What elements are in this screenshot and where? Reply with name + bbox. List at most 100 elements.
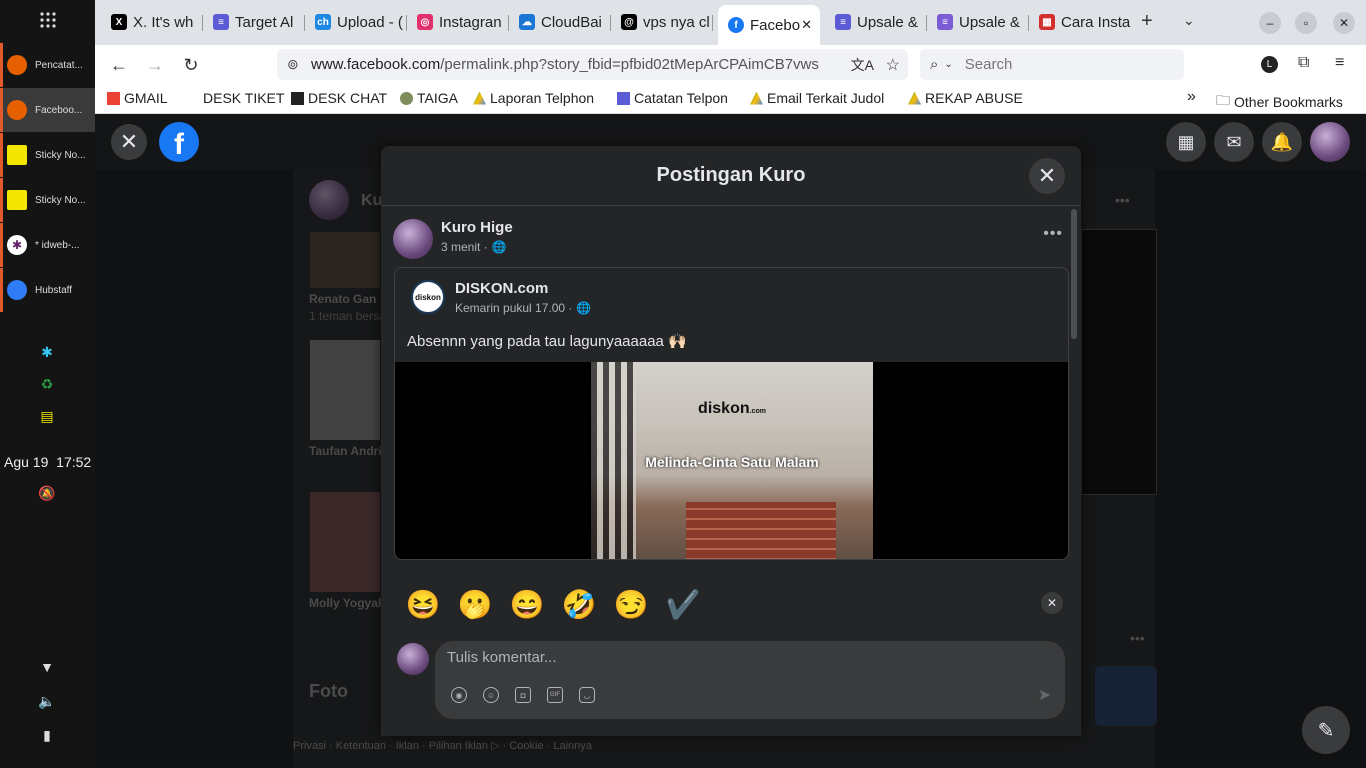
close-emoji-suggestions-button[interactable]: ✕	[1041, 592, 1063, 614]
chevron-down-icon[interactable]: ⌄	[944, 59, 952, 70]
bookmark-email-judol[interactable]: Email Terkait Judol	[750, 90, 884, 106]
close-window-button[interactable]: ✕	[1333, 12, 1355, 34]
close-tab-icon[interactable]: ✕	[801, 17, 812, 33]
url-bar[interactable]: ⊚ www.facebook.com/permalink.php?story_f…	[277, 49, 908, 80]
emoji-rofl[interactable]: 🤣	[561, 586, 597, 622]
close-viewer-button[interactable]: ✕	[111, 124, 147, 160]
notifications-icon[interactable]: 🔔	[1262, 122, 1302, 162]
emoji-check[interactable]: ✔️	[665, 586, 701, 622]
post-time[interactable]: 3 menit · 🌐	[441, 240, 507, 254]
minimize-button[interactable]: –	[1259, 12, 1281, 34]
wifi-icon[interactable]: ▼	[37, 657, 57, 677]
emoji-smirk[interactable]: 😏	[613, 586, 649, 622]
more-options-icon: •••	[1130, 630, 1145, 646]
taiga-icon	[400, 91, 413, 105]
taskbar-item[interactable]: Sticky No...	[0, 178, 95, 222]
tab[interactable]: ≡ Upsale &	[927, 5, 1029, 39]
tab[interactable]: X X. It's wh	[101, 5, 203, 39]
bookmark-desk-chat[interactable]: DESK CHAT	[291, 90, 387, 106]
new-tab-button[interactable]: +	[1141, 10, 1153, 33]
bookmark-taiga[interactable]: TAIGA	[400, 90, 458, 106]
new-message-button[interactable]: ✎	[1302, 706, 1350, 754]
video-player[interactable]: diskon.com Melinda-Cinta Satu Malam	[395, 362, 1068, 559]
taskbar-item[interactable]: Pencatat...	[0, 43, 95, 87]
video-brick-wall	[686, 502, 836, 559]
clock[interactable]: Agu 19 17:52	[4, 454, 91, 470]
taskbar-item[interactable]: Sticky No...	[0, 133, 95, 177]
bookmark-desk-tiket[interactable]: DESK TIKET	[203, 90, 284, 106]
bookmark-rekap-abuse[interactable]: REKAP ABUSE	[908, 90, 1023, 106]
sticky-notes-tray-icon[interactable]: ▤	[37, 406, 57, 426]
send-icon[interactable]: ➤	[1038, 685, 1051, 705]
avatar-sticker-icon[interactable]: ◉	[451, 687, 467, 703]
author-name[interactable]: Kuro Hige	[441, 219, 513, 236]
search-bar[interactable]: ⌕ ⌄ Search	[920, 49, 1184, 80]
diskon-page-avatar[interactable]: diskon	[411, 280, 445, 314]
emoji-hand-over-mouth[interactable]: 🫢	[457, 586, 493, 622]
post-scroll-area: Kuro Hige 3 menit · 🌐 ••• diskon DISKON.c…	[381, 207, 1081, 560]
taskbar-item[interactable]: ✱ * idweb-...	[0, 223, 95, 267]
menu-grid-icon[interactable]: ▦	[1166, 122, 1206, 162]
recycle-tray-icon[interactable]: ♻	[37, 374, 57, 394]
forward-button[interactable]: →	[143, 53, 167, 77]
comment-input[interactable]: Tulis komentar... ◉ ☺ ◘ GIF ◡ ➤	[435, 641, 1065, 719]
menu-icon[interactable]: ≡	[1335, 54, 1344, 72]
more-bookmarks-chevron-icon[interactable]: »	[1187, 88, 1196, 106]
scrollbar[interactable]	[1071, 209, 1077, 339]
shared-page-name[interactable]: DISKON.com	[455, 280, 548, 297]
close-modal-button[interactable]: ✕	[1029, 158, 1065, 194]
tab[interactable]: ☁ CloudBai	[509, 5, 611, 39]
taskbar-item[interactable]: Hubstaff	[0, 268, 95, 312]
friend-photo	[310, 492, 380, 592]
bookmark-gmail[interactable]: GMAIL	[107, 90, 168, 106]
taskbar: Pencatat... Faceboo... Sticky No... Stic…	[0, 0, 95, 768]
taskbar-item[interactable]: Faceboo...	[0, 88, 95, 132]
tab[interactable]: ≡ Target Al	[203, 5, 305, 39]
notifications-muted-icon[interactable]: 🔕	[37, 483, 57, 503]
sticky-notes-icon	[7, 145, 27, 165]
tab[interactable]: ▦ Cara Insta	[1029, 5, 1131, 39]
tab-facebook-active[interactable]: f Facebo ✕	[718, 5, 820, 45]
site-info-icon[interactable]: ⊚	[287, 56, 299, 73]
friend-photo	[310, 232, 380, 288]
emoji-grin[interactable]: 😄	[509, 586, 545, 622]
video-frame: diskon.com Melinda-Cinta Satu Malam	[591, 362, 873, 559]
post-options-icon[interactable]: •••	[1043, 225, 1063, 243]
tab[interactable]: @ vps nya cl	[611, 5, 713, 39]
messenger-icon[interactable]: ✉	[1214, 122, 1254, 162]
account-avatar[interactable]	[1310, 122, 1350, 162]
other-bookmarks[interactable]: 🗀 Other Bookmarks	[1216, 90, 1343, 114]
emoji-icon[interactable]: ☺	[483, 687, 499, 703]
hubstaff-icon	[7, 280, 27, 300]
tab[interactable]: ◎ Instagran	[407, 5, 509, 39]
bookmark-catatan-telpon[interactable]: Catatan Telpon	[617, 90, 728, 106]
gif-icon[interactable]: GIF	[547, 687, 563, 703]
sticker-icon[interactable]: ◡	[579, 687, 595, 703]
back-button[interactable]: ←	[107, 53, 131, 77]
reload-button[interactable]: ↻	[179, 53, 203, 77]
extensions-icon[interactable]: ⧉	[1298, 54, 1309, 72]
tab-list-chevron-icon[interactable]: ⌄	[1183, 12, 1195, 29]
app-grid-icon[interactable]	[0, 0, 95, 40]
facebook-logo[interactable]: f	[159, 122, 199, 162]
author-avatar[interactable]	[393, 219, 433, 259]
camera-icon[interactable]: ◘	[515, 687, 531, 703]
translate-icon[interactable]: 文A	[844, 54, 874, 75]
photos-heading: Foto	[309, 681, 348, 701]
desk-icon	[291, 91, 304, 105]
toolbar: ← → ↻ ⊚ www.facebook.com/permalink.php?s…	[95, 45, 1366, 83]
footer-links: Privasi · Ketentuan · Iklan · Pilihan Ik…	[293, 740, 592, 752]
bookmark-star-icon[interactable]: ☆	[885, 54, 900, 75]
volume-icon[interactable]: 🔈	[37, 691, 57, 711]
slack-tray-icon[interactable]: ✱	[37, 342, 57, 362]
tab[interactable]: ch Upload - (	[305, 5, 407, 39]
bookmark-laporan-telphon[interactable]: Laporan Telphon	[473, 90, 594, 106]
friend-name: Molly Yogyak	[309, 596, 385, 610]
profile-avatar[interactable]: L	[1261, 56, 1278, 73]
shared-post-time[interactable]: Kemarin pukul 17.00 · 🌐	[455, 301, 591, 315]
tab[interactable]: ≡ Upsale &	[825, 5, 927, 39]
emoji-laughing[interactable]: 😆	[405, 586, 441, 622]
battery-icon[interactable]: ▮	[37, 725, 57, 745]
commenter-avatar[interactable]	[397, 643, 429, 675]
maximize-button[interactable]: ▫	[1295, 12, 1317, 34]
